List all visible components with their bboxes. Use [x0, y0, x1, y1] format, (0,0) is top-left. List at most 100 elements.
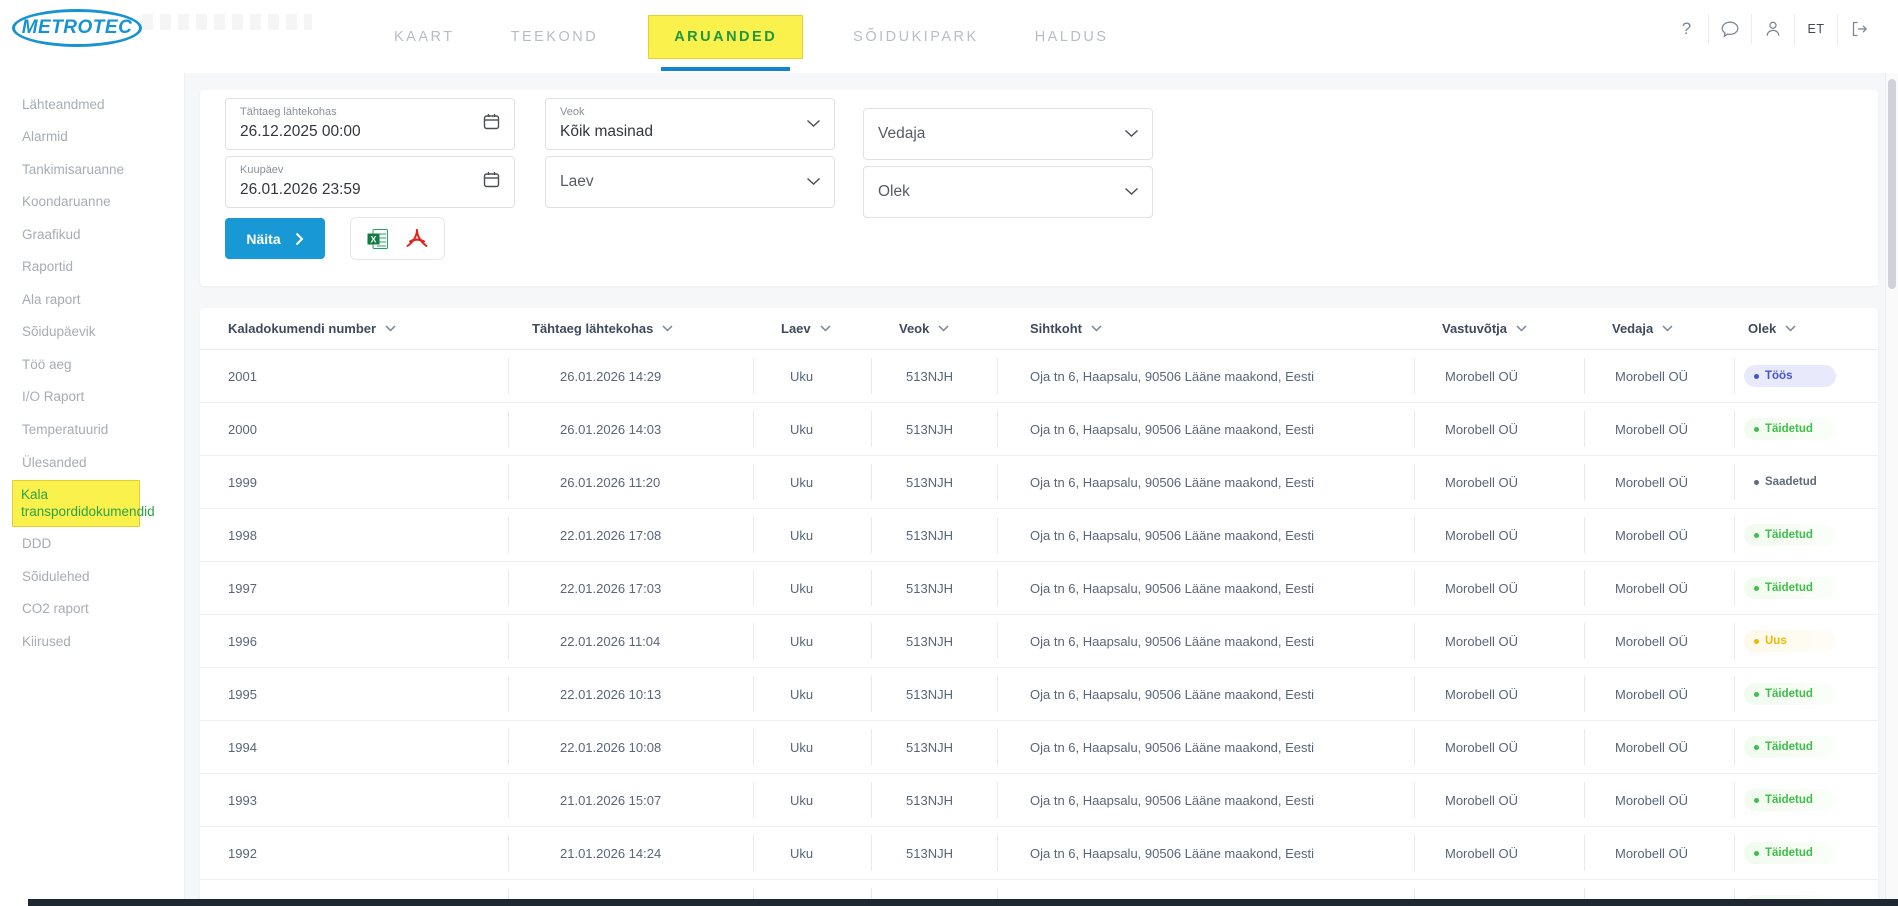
nav-tab[interactable]: KAART — [388, 16, 461, 58]
filter-panel: Tähtaeg lähtekohas 26.12.2025 00:00 Kuup… — [200, 90, 1878, 286]
sidebar-item[interactable]: Sõidupäevik — [12, 317, 162, 348]
sidebar-item[interactable]: Temperatuurid — [12, 414, 162, 445]
vertical-scrollbar[interactable] — [1885, 73, 1898, 906]
chevron-down-icon — [1124, 183, 1139, 201]
table-row[interactable]: 1997 22.01.2026 17:03 Uku 513NJH Oja tn … — [200, 562, 1878, 615]
cell-receiver: Morobell OÜ — [1414, 403, 1584, 455]
cell-truck: 513NJH — [871, 403, 997, 455]
sidebar-item[interactable]: Lähteandmed — [12, 89, 162, 120]
cell-document-number: 1995 — [200, 668, 508, 720]
status-badge: Täidetud — [1744, 842, 1836, 864]
column-header[interactable]: Laev — [753, 321, 871, 336]
ship-dropdown[interactable]: Laev — [545, 156, 835, 208]
table-row[interactable]: 1998 22.01.2026 17:08 Uku 513NJH Oja tn … — [200, 509, 1878, 562]
logout-icon[interactable] — [1837, 14, 1880, 44]
export-box: X — [350, 217, 445, 260]
table-row[interactable]: 2001 26.01.2026 14:29 Uku 513NJH Oja tn … — [200, 350, 1878, 403]
truck-dropdown[interactable]: Veok Kõik masinad — [545, 98, 835, 150]
pdf-export-icon[interactable] — [405, 228, 429, 250]
cell-truck: 513NJH — [871, 721, 997, 773]
column-header[interactable]: Olek — [1734, 321, 1878, 336]
top-bar: METROTEC KAART TEEKOND ARUANDED SÕIDUKIP… — [0, 0, 1898, 73]
table-row[interactable]: 1993 21.01.2026 15:07 Uku 513NJH Oja tn … — [200, 774, 1878, 827]
user-icon[interactable] — [1751, 14, 1794, 44]
cell-status: Täidetud — [1734, 774, 1878, 826]
sidebar-item[interactable]: DDD — [12, 529, 162, 560]
language-selector[interactable]: ET — [1794, 14, 1837, 44]
status-dot-icon — [1754, 692, 1759, 697]
show-button[interactable]: Näita — [225, 218, 325, 259]
table-row[interactable]: 1994 22.01.2026 10:08 Uku 513NJH Oja tn … — [200, 721, 1878, 774]
excel-export-icon[interactable]: X — [366, 227, 390, 251]
status-dot-icon — [1754, 798, 1759, 803]
status-dropdown[interactable]: Olek — [863, 166, 1153, 218]
cell-deadline: 26.01.2026 14:03 — [508, 403, 753, 455]
table-row[interactable]: 2000 26.01.2026 14:03 Uku 513NJH Oja tn … — [200, 403, 1878, 456]
sidebar-item[interactable]: Alarmid — [12, 122, 162, 153]
column-header[interactable]: Tähtaeg lähtekohas — [508, 321, 753, 336]
sort-chevron-icon — [1785, 325, 1796, 332]
cell-destination: Oja tn 6, Haapsalu, 90506 Lääne maakond,… — [997, 403, 1414, 455]
cell-status: Täidetud — [1734, 509, 1878, 561]
nav-tab[interactable]: HALDUS — [1029, 16, 1115, 58]
column-header[interactable]: Vastuvõtja — [1414, 321, 1584, 336]
column-header[interactable]: Vedaja — [1584, 321, 1734, 336]
cell-ship: Uku — [753, 721, 871, 773]
date-to-label: Kuupäev — [240, 164, 283, 176]
column-header[interactable]: Sihtkoht — [997, 321, 1414, 336]
show-button-label: Näita — [246, 231, 280, 247]
sidebar-item[interactable]: Ülesanded — [12, 447, 162, 478]
sidebar-item[interactable]: Sõidulehed — [12, 561, 162, 592]
nav-tab[interactable]: TEEKOND — [505, 16, 605, 58]
sidebar-item[interactable]: Graafikud — [12, 219, 162, 250]
cell-receiver: Morobell OÜ — [1414, 562, 1584, 614]
date-from-field[interactable]: Tähtaeg lähtekohas 26.12.2025 00:00 — [225, 98, 515, 150]
sidebar-item[interactable]: Töö aeg — [12, 349, 162, 380]
cell-destination: Oja tn 6, Haapsalu, 90506 Lääne maakond,… — [997, 509, 1414, 561]
blurred-watermark — [142, 14, 312, 30]
table-row[interactable]: 1999 26.01.2026 11:20 Uku 513NJH Oja tn … — [200, 456, 1878, 509]
date-from-label: Tähtaeg lähtekohas — [240, 106, 337, 118]
date-to-value: 26.01.2026 23:59 — [240, 181, 361, 199]
metrotec-logo[interactable]: METROTEC — [12, 9, 142, 47]
top-icon-group: ? ET — [1665, 0, 1880, 57]
cell-status: Täidetud — [1734, 403, 1878, 455]
cell-deadline: 22.01.2026 10:13 — [508, 668, 753, 720]
scrollbar-thumb[interactable] — [1888, 79, 1896, 289]
status-badge: Täidetud — [1744, 683, 1836, 705]
cell-deadline: 26.01.2026 14:29 — [508, 350, 753, 402]
sidebar-item[interactable]: Koondaruanne — [12, 187, 162, 218]
sort-chevron-icon — [1662, 325, 1673, 332]
sidebar-item[interactable]: Kala transpordidokumendid — [12, 480, 140, 527]
sidebar-item[interactable]: I/O Raport — [12, 382, 162, 413]
cell-destination: Oja tn 6, Haapsalu, 90506 Lääne maakond,… — [997, 827, 1414, 879]
calendar-icon[interactable] — [482, 112, 501, 136]
sidebar-item[interactable]: Raportid — [12, 252, 162, 283]
table-row[interactable]: 1992 21.01.2026 14:24 Uku 513NJH Oja tn … — [200, 827, 1878, 880]
cell-ship: Uku — [753, 350, 871, 402]
cell-status: Töös — [1734, 350, 1878, 402]
chevron-down-icon — [806, 115, 821, 133]
table-row[interactable]: 1996 22.01.2026 11:04 Uku 513NJH Oja tn … — [200, 615, 1878, 668]
chat-icon[interactable] — [1708, 14, 1751, 44]
status-badge: Täidetud — [1744, 418, 1836, 440]
cell-ship: Uku — [753, 774, 871, 826]
date-to-field[interactable]: Kuupäev 26.01.2026 23:59 — [225, 156, 515, 208]
calendar-icon[interactable] — [482, 170, 501, 194]
sidebar-item[interactable]: CO2 raport — [12, 594, 162, 625]
sidebar-item[interactable]: Kiirused — [12, 626, 162, 657]
carrier-dropdown[interactable]: Vedaja — [863, 108, 1153, 160]
cell-destination: Oja tn 6, Haapsalu, 90506 Lääne maakond,… — [997, 350, 1414, 402]
column-header[interactable]: Veok — [871, 321, 997, 336]
cell-carrier: Morobell OÜ — [1584, 456, 1734, 508]
cell-ship: Uku — [753, 668, 871, 720]
cell-document-number: 1992 — [200, 827, 508, 879]
cell-ship: Uku — [753, 403, 871, 455]
sidebar-item[interactable]: Tankimisaruanne — [12, 154, 162, 185]
table-row[interactable]: 1995 22.01.2026 10:13 Uku 513NJH Oja tn … — [200, 668, 1878, 721]
sidebar-item[interactable]: Ala raport — [12, 284, 162, 315]
nav-tab[interactable]: ARUANDED — [648, 15, 803, 59]
help-icon[interactable]: ? — [1665, 14, 1708, 44]
nav-tab[interactable]: SÕIDUKIPARK — [847, 16, 985, 58]
column-header[interactable]: Kaladokumendi number — [200, 321, 508, 336]
